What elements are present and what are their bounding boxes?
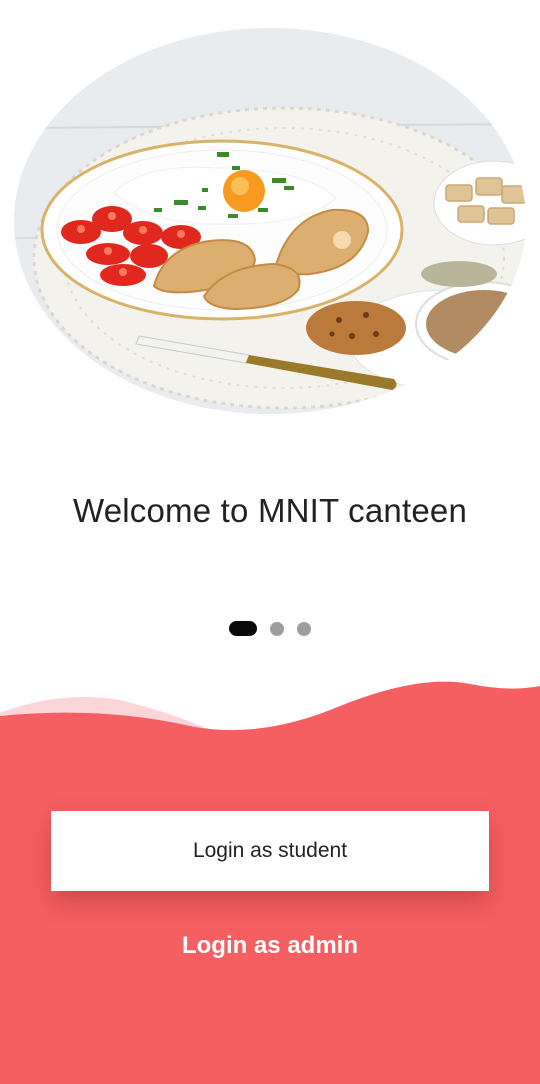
hero-food-image [14,28,526,414]
welcome-title: Welcome to MNIT canteen [72,492,468,529]
page-indicator [0,621,540,636]
login-as-admin-button[interactable]: Login as admin [0,932,540,960]
breakfast-plate-illustration [14,28,526,414]
page-dot[interactable] [297,622,311,636]
page-dot[interactable] [270,622,284,636]
login-as-student-button[interactable]: Login as student [51,811,489,891]
page-dot-active[interactable] [229,621,257,636]
